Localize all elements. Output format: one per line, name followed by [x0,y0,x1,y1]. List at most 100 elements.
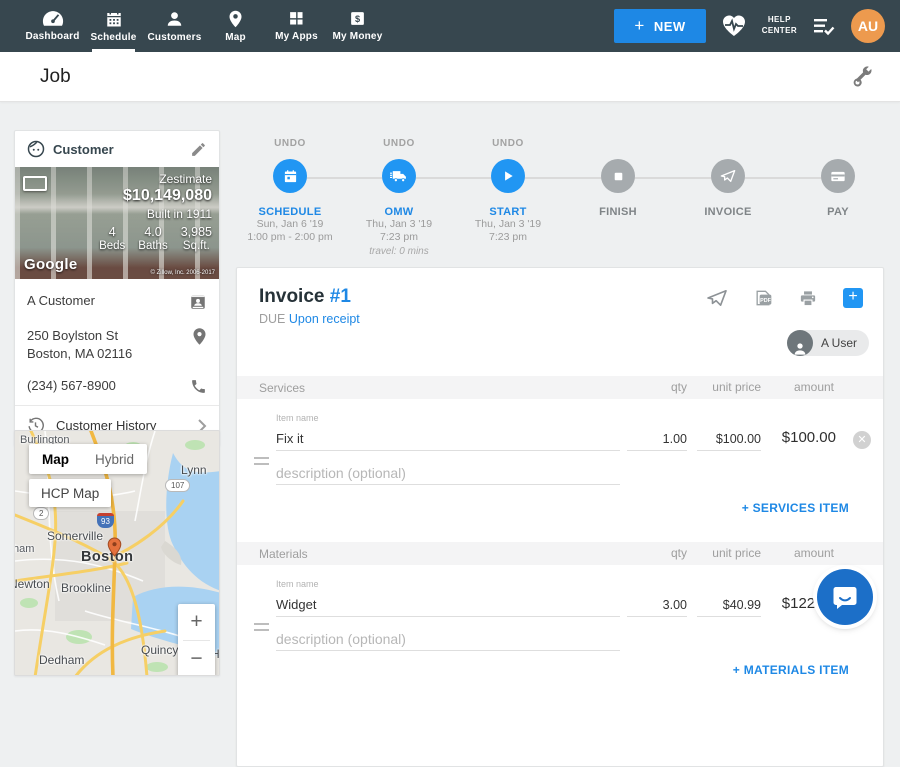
route-badge: 2 [33,507,49,520]
map-label: Brookline [61,581,111,595]
services-item-row: Item name $100.00 ✕ + SERVICES ITEM [237,399,883,542]
add-invoice-icon[interactable]: + [843,288,863,308]
address-line-2: Boston, MA 02116 [27,345,132,363]
zestimate-overlay: Zestimate $10,149,080 Built in 1911 4Bed… [99,172,212,252]
services-header: Services qty unit price amount [237,376,883,399]
chat-bubble-icon [831,583,859,611]
invoice-step-icon[interactable] [711,159,745,193]
service-name-input[interactable] [276,427,620,451]
material-unit-price-input[interactable] [697,593,761,617]
streetview-icon [23,176,47,191]
schedule-step-icon[interactable] [273,159,307,193]
service-description-input[interactable] [276,461,620,485]
page-header: Job [0,52,900,102]
map-widget[interactable]: Burlington Lynn Somerville ham Boston Ne… [14,430,220,676]
map-label: ham [14,543,34,555]
service-amount: $100.00 [782,429,836,446]
nav-dashboard[interactable]: Dashboard [22,0,83,52]
money-icon: $ [349,10,366,27]
hcp-map-button[interactable]: HCP Map [29,479,111,507]
nav-my-apps[interactable]: My Apps [266,0,327,52]
service-qty-input[interactable] [627,427,687,451]
map-label: Newton [14,577,50,591]
chat-fab-button[interactable] [817,569,873,625]
schedule-icon [105,10,123,28]
map-pin-icon [228,10,243,28]
due-value-link[interactable]: Upon receipt [289,312,360,326]
user-avatar[interactable]: AU [851,9,885,43]
drag-handle-icon[interactable] [254,457,269,469]
step-pay: PAY [782,138,894,218]
heart-pulse-icon[interactable] [721,14,747,38]
pdf-icon[interactable]: PDF [753,288,773,308]
nav-map[interactable]: Map [205,0,266,52]
customer-name-row: A Customer [27,285,207,319]
step-invoice: INVOICE [672,138,784,218]
customer-address-row: 250 Boylston St Boston, MA 02116 [27,319,207,370]
material-name-input[interactable] [276,593,620,617]
invoice-title: Invoice #1 [259,286,351,308]
service-unit-price-input[interactable] [697,427,761,451]
nav-my-money[interactable]: $ My Money [327,0,388,52]
nav-customers[interactable]: Customers [144,0,205,52]
step-finish: FINISH [562,138,674,218]
materials-item-row: Item name $122.97 ✕ + MATERIALS ITEM [237,565,883,695]
print-icon[interactable] [798,289,818,308]
nav-items: Dashboard Schedule Customers Map My Apps [22,0,388,52]
undo-schedule-button[interactable]: UNDO [234,138,346,150]
map-label: Lynn [181,463,207,477]
materials-header: Materials qty unit price amount [237,542,883,565]
assigned-user-name: A User [821,336,857,350]
add-services-item-link[interactable]: + SERVICES ITEM [742,501,849,515]
job-location-pin [107,537,122,557]
zoom-in-button[interactable]: + [178,604,215,640]
invoice-card: Invoice #1 DUE Upon receipt PDF + A User [236,267,884,767]
zoom-out-button[interactable]: − [178,641,215,676]
undo-omw-button[interactable]: UNDO [343,138,455,150]
map-label: Dedham [39,653,84,667]
edit-customer-icon[interactable] [190,141,207,158]
customers-icon [165,10,184,28]
address-line-1: 250 Boylston St [27,327,132,345]
finish-step-icon[interactable] [601,159,635,193]
route-badge: 107 [165,479,190,492]
new-button[interactable]: + NEW [614,9,705,43]
invoice-due: DUE Upon receipt [259,312,360,326]
help-center-link[interactable]: HELP CENTER [762,15,797,37]
hybrid-button[interactable]: Hybrid [82,444,147,474]
step-schedule: UNDO SCHEDULE Sun, Jan 6 '19 1:00 pm - 2… [234,138,346,245]
nav-right: + NEW HELP CENTER AU [614,0,900,52]
contact-card-icon[interactable] [181,293,207,311]
customer-phone-row: (234) 567-8900 [27,370,207,403]
svg-text:$: $ [355,14,360,24]
invoice-number: #1 [330,286,351,307]
customer-card-header: Customer [15,131,219,167]
omw-step-icon[interactable] [382,159,416,193]
job-tools-icon[interactable] [850,65,874,89]
map-label: Quincy [141,643,178,657]
pay-step-icon[interactable] [821,159,855,193]
page-title: Job [40,66,71,88]
send-invoice-icon[interactable] [706,289,728,307]
nav-schedule[interactable]: Schedule [83,0,144,52]
step-omw: UNDO OMW Thu, Jan 3 '19 7:23 pm travel: … [343,138,455,258]
user-silhouette-icon [787,330,813,356]
property-photo[interactable]: Zestimate $10,149,080 Built in 1911 4Bed… [15,167,219,279]
task-list-icon[interactable] [812,16,836,36]
location-pin-icon[interactable] [184,327,207,346]
phone-icon[interactable] [182,378,207,395]
customer-card: Customer Zestimate $10,149,080 Built in … [14,130,220,446]
drag-handle-icon[interactable] [254,623,269,635]
material-qty-input[interactable] [627,593,687,617]
start-step-icon[interactable] [491,159,525,193]
remove-service-item-button[interactable]: ✕ [853,431,871,449]
map-button[interactable]: Map [29,444,82,474]
map-zoom-control: + − [178,604,215,676]
customer-name: A Customer [27,293,95,308]
interstate-badge: 93 [97,513,114,528]
undo-start-button[interactable]: UNDO [452,138,564,150]
assigned-user-chip[interactable]: A User [787,330,869,356]
material-description-input[interactable] [276,627,620,651]
step-start: UNDO START Thu, Jan 3 '19 7:23 pm [452,138,564,245]
plus-icon: + [634,16,644,36]
